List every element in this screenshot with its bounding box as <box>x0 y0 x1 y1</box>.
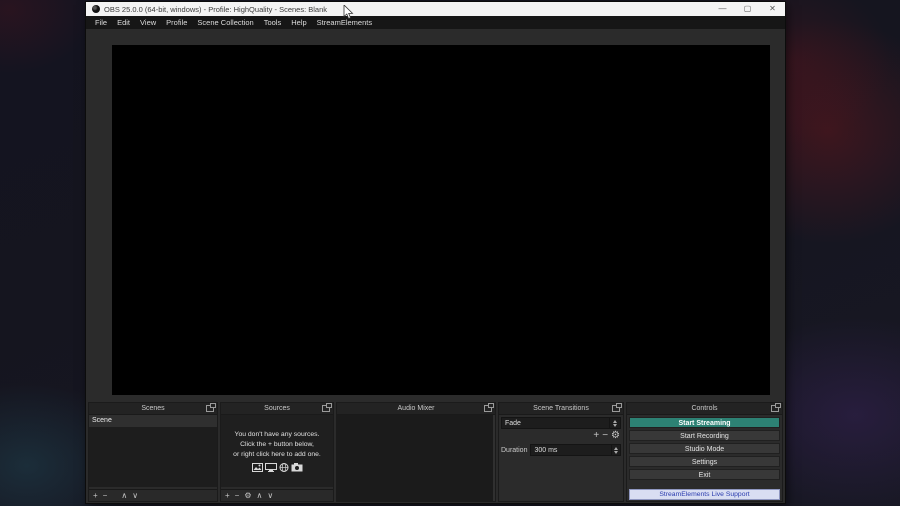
chevron-down-icon <box>609 418 620 428</box>
dock-area: Scenes Scene + − ∧ ∨ Sources You don't h… <box>86 402 785 502</box>
obs-logo-icon <box>92 5 100 13</box>
menu-item-view[interactable]: View <box>135 16 161 29</box>
audio-mixer-dock-body <box>337 415 495 501</box>
display-source-icon <box>264 463 277 472</box>
duration-value: 300 ms <box>534 446 558 454</box>
window-titlebar: OBS 25.0.0 (64-bit, windows) - Profile: … <box>86 2 785 16</box>
audio-mixer-dock: Audio Mixer <box>336 402 496 502</box>
sources-empty-state[interactable]: You don't have any sources. Click the + … <box>221 415 333 487</box>
scene-transitions-dock-title: Scene Transitions <box>533 405 589 412</box>
remove-source-button[interactable]: − <box>235 490 240 502</box>
scenes-dock: Scenes Scene + − ∧ ∨ <box>88 402 218 502</box>
add-scene-button[interactable]: + <box>93 490 98 502</box>
transition-tools: + − ⚙ <box>501 429 621 442</box>
remove-scene-button[interactable]: − <box>103 490 108 502</box>
menu-bar: File Edit View Profile Scene Collection … <box>86 16 785 29</box>
scenes-toolbar: + − ∧ ∨ <box>89 489 217 501</box>
sources-empty-line: Click the + button below, <box>240 441 314 448</box>
sources-empty-line: or right click here to add one. <box>233 451 321 458</box>
menu-item-file[interactable]: File <box>90 16 112 29</box>
maximize-button[interactable]: ▢ <box>735 2 760 16</box>
sources-dock-title: Sources <box>264 405 290 412</box>
audio-mixer-dock-title: Audio Mixer <box>397 405 435 412</box>
move-scene-down-button[interactable]: ∨ <box>132 490 138 502</box>
minimize-button[interactable]: — <box>710 2 735 16</box>
scene-list-item[interactable]: Scene <box>89 415 217 427</box>
popout-icon[interactable] <box>484 403 494 412</box>
sources-dock: Sources You don't have any sources. Clic… <box>220 402 334 502</box>
streamelements-live-support-button[interactable]: StreamElements Live Support <box>629 489 780 500</box>
audio-mixer-empty-area[interactable] <box>337 415 495 501</box>
source-type-icons <box>251 463 303 472</box>
sources-toolbar: + − ⚙ ∧ ∨ <box>221 489 333 501</box>
transition-selected-value: Fade <box>505 419 521 427</box>
start-streaming-button[interactable]: Start Streaming <box>629 417 780 428</box>
popout-icon[interactable] <box>322 403 332 412</box>
scenes-dock-header: Scenes <box>89 403 217 415</box>
obs-window: OBS 25.0.0 (64-bit, windows) - Profile: … <box>86 2 785 503</box>
desktop-wallpaper: OBS 25.0.0 (64-bit, windows) - Profile: … <box>0 0 900 506</box>
scenes-dock-title: Scenes <box>141 405 165 412</box>
sources-dock-header: Sources <box>221 403 333 415</box>
window-title: OBS 25.0.0 (64-bit, windows) - Profile: … <box>104 4 328 14</box>
controls-dock-header: Controls <box>627 403 782 415</box>
menu-item-edit[interactable]: Edit <box>112 16 135 29</box>
menu-item-profile[interactable]: Profile <box>161 16 192 29</box>
mouse-cursor <box>343 5 354 20</box>
studio-mode-button[interactable]: Studio Mode <box>629 443 780 454</box>
duration-spinbox[interactable]: 300 ms <box>530 444 621 456</box>
menu-item-scene-collection[interactable]: Scene Collection <box>192 16 258 29</box>
move-source-down-button[interactable]: ∨ <box>267 490 273 502</box>
duration-label: Duration <box>501 446 528 454</box>
remove-transition-button[interactable]: − <box>602 431 608 441</box>
spinner-arrows-icon[interactable] <box>611 445 620 455</box>
scene-transitions-dock-body: Fade + − ⚙ Duration 300 ms <box>499 415 623 501</box>
scene-transitions-dock: Scene Transitions Fade + − ⚙ Duration 30… <box>498 402 624 502</box>
sources-dock-body: You don't have any sources. Click the + … <box>221 415 333 501</box>
popout-icon[interactable] <box>206 403 216 412</box>
scenes-dock-body: Scene + − ∧ ∨ <box>89 415 217 501</box>
main-content: Scenes Scene + − ∧ ∨ Sources You don't h… <box>86 29 785 503</box>
move-source-up-button[interactable]: ∧ <box>257 490 263 502</box>
audio-mixer-dock-header: Audio Mixer <box>337 403 495 415</box>
exit-button[interactable]: Exit <box>629 469 780 480</box>
scene-transitions-dock-header: Scene Transitions <box>499 403 623 415</box>
duration-row: Duration 300 ms <box>501 444 621 456</box>
start-recording-button[interactable]: Start Recording <box>629 430 780 441</box>
popout-icon[interactable] <box>771 403 781 412</box>
preview-canvas[interactable] <box>112 45 770 395</box>
close-button[interactable]: ✕ <box>760 2 785 16</box>
transition-properties-gear-icon[interactable]: ⚙ <box>611 431 620 441</box>
controls-dock-title: Controls <box>691 405 718 412</box>
camera-source-icon <box>291 463 302 472</box>
controls-dock: Controls Start Streaming Start Recording… <box>626 402 783 502</box>
popout-icon[interactable] <box>612 403 622 412</box>
transition-select[interactable]: Fade <box>501 417 621 429</box>
browser-source-icon <box>279 463 288 472</box>
image-source-icon <box>251 463 263 472</box>
move-scene-up-button[interactable]: ∧ <box>121 490 127 502</box>
menu-item-help[interactable]: Help <box>286 16 311 29</box>
source-properties-gear-icon[interactable]: ⚙ <box>244 490 251 502</box>
add-transition-button[interactable]: + <box>593 431 599 441</box>
sources-empty-line: You don't have any sources. <box>234 431 320 438</box>
controls-dock-body: Start Streaming Start Recording Studio M… <box>627 415 782 501</box>
add-source-button[interactable]: + <box>225 490 230 502</box>
menu-item-tools[interactable]: Tools <box>259 16 287 29</box>
scene-list[interactable]: Scene <box>89 415 217 487</box>
settings-button[interactable]: Settings <box>629 456 780 467</box>
